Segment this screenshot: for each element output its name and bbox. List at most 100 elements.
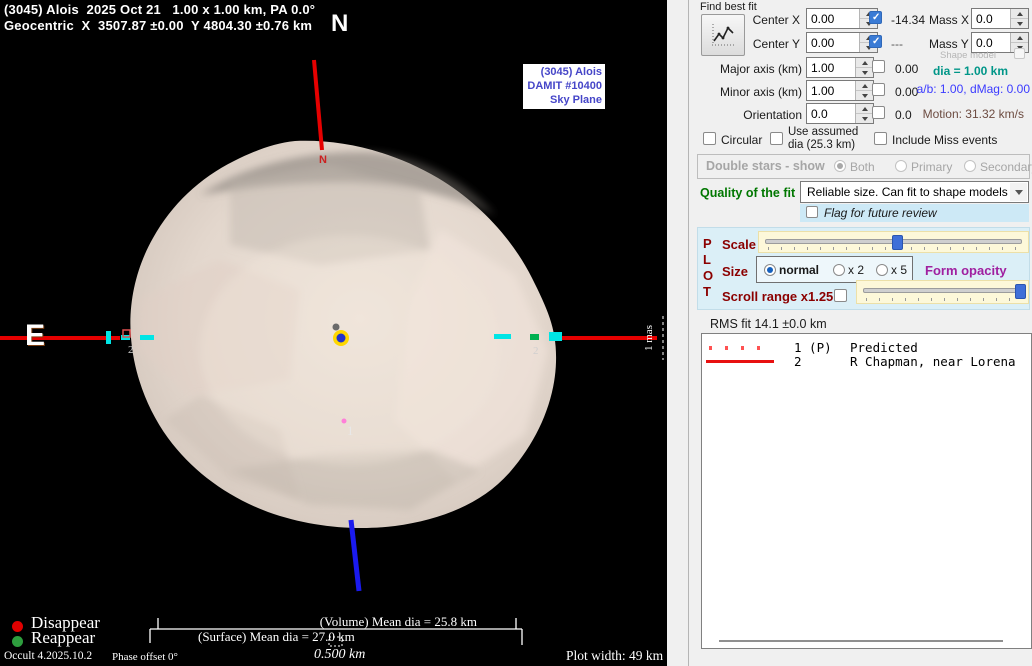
size-normal-label: normal	[779, 263, 819, 277]
chord-dash-left2	[140, 335, 154, 340]
occult-window: N 2 2 1 1 mas	[0, 0, 1032, 666]
circular-checkbox[interactable]	[703, 132, 716, 145]
app-version: Occult 4.2025.10.2	[4, 650, 92, 662]
scale-slider-thumb[interactable]	[892, 235, 903, 250]
splitter[interactable]	[688, 0, 689, 666]
use-assumed-checkbox[interactable]	[770, 132, 783, 145]
form-opacity-slider[interactable]	[856, 280, 1029, 304]
major-axis-fit-value: 0.00	[895, 62, 918, 76]
center-y-input[interactable]: 0.00	[807, 33, 859, 52]
chord-line-sample	[706, 360, 774, 363]
chevron-down-icon[interactable]	[1010, 183, 1027, 201]
orientation-stepper[interactable]	[855, 104, 873, 123]
include-miss-label: Include Miss events	[892, 133, 997, 147]
observation-row-id[interactable]: 1 (P)	[794, 340, 832, 355]
minor-axis-input[interactable]: 1.00	[807, 81, 855, 100]
fit-chart-icon	[709, 22, 737, 48]
center-marker-dot	[337, 334, 346, 343]
major-axis-stepper[interactable]	[855, 58, 873, 77]
circular-label: Circular	[721, 133, 762, 147]
chord-dash-right	[494, 334, 511, 339]
center-x-input[interactable]: 0.00	[807, 9, 859, 28]
double-secondary-label: Secondary	[980, 160, 1032, 174]
mass-x-spinner[interactable]: 0.0	[971, 8, 1029, 29]
surface-dia-label: (Surface) Mean dia = 27.0 km	[198, 629, 355, 644]
north-label: N	[331, 10, 349, 38]
center-x-spinner[interactable]: 0.00	[806, 8, 878, 29]
orientation-input[interactable]: 0.0	[807, 104, 855, 123]
observations-listbox[interactable]: 1 (P) Predicted 2 R Chapman, near Lorena	[701, 333, 1032, 649]
observation-row-name[interactable]: Predicted	[850, 340, 918, 355]
info-box: (3045) Alois DAMIT #10400 Sky Plane	[523, 64, 605, 109]
ab-dmag-text: a/b: 1.00, dMag: 0.00	[917, 82, 1030, 96]
disappear-dot-icon	[12, 621, 23, 632]
quality-label: Quality of the fit	[700, 186, 795, 200]
scale-label: Scale	[722, 237, 756, 252]
north-axis-line	[314, 60, 322, 150]
orientation-spinner[interactable]: 0.0	[806, 103, 874, 124]
minor-axis-fit-value: 0.00	[895, 85, 918, 99]
mass-x-stepper[interactable]	[1010, 9, 1028, 28]
size-x5-radio[interactable]	[876, 264, 888, 276]
sky-plane-canvas[interactable]: N 2 2 1 1 mas	[0, 0, 667, 666]
mas-scale-label: 1 mas	[643, 325, 655, 351]
chord-2-left-label: 2	[128, 344, 134, 356]
major-axis-label: Major axis (km)	[714, 62, 802, 76]
include-miss-checkbox[interactable]	[874, 132, 887, 145]
info-box-object: (3045) Alois	[524, 65, 602, 79]
mass-x-input[interactable]: 0.0	[972, 9, 1010, 28]
center-x-fit-checkbox[interactable]	[869, 11, 882, 24]
shape-model-label: Shape model	[940, 50, 996, 61]
observation-row-id[interactable]: 2	[794, 354, 802, 369]
scale-slider[interactable]	[758, 231, 1029, 253]
double-both-radio	[834, 160, 846, 172]
predicted-line-sample	[709, 346, 773, 350]
size-label: Size	[722, 264, 748, 279]
dia-text: dia = 1.00 km	[933, 64, 1008, 78]
size-x5-label: x 5	[891, 263, 907, 277]
shape-model-checkbox	[1014, 48, 1025, 59]
center-y-fit-checkbox[interactable]	[869, 35, 882, 48]
minor-axis-spinner[interactable]: 1.00	[806, 80, 874, 101]
quality-value: Reliable size. Can fit to shape models	[807, 185, 1008, 199]
form-opacity-thumb[interactable]	[1015, 284, 1026, 299]
rms-fit-text: RMS fit 14.1 ±0.0 km	[710, 317, 827, 331]
shadow-spot	[333, 324, 340, 331]
find-best-fit-button[interactable]	[701, 14, 745, 56]
size-x2-radio[interactable]	[833, 264, 845, 276]
north-axis-tag-label: N	[319, 154, 327, 166]
reappear-dot-icon	[12, 636, 23, 647]
use-assumed-label: Use assumed dia (25.3 km)	[788, 126, 858, 152]
minor-axis-label: Minor axis (km)	[714, 85, 802, 99]
size-radio-group: normal x 2 x 5	[756, 256, 913, 283]
center-y-label: Center Y	[740, 37, 800, 51]
observation-row-name[interactable]: R Chapman, near Lorena	[850, 354, 1016, 369]
double-both-label: Both	[850, 160, 875, 174]
major-axis-fit-checkbox[interactable]	[872, 60, 885, 73]
form-opacity-label: Form opacity	[925, 263, 1007, 278]
scroll-range-label: Scroll range x1.25	[722, 289, 833, 304]
east-label: E	[25, 319, 45, 353]
reappear-tick	[530, 334, 539, 340]
major-axis-spinner[interactable]: 1.00	[806, 57, 874, 78]
form-opacity-track[interactable]	[863, 288, 1022, 293]
minor-axis-fit-checkbox[interactable]	[872, 83, 885, 96]
size-normal-radio[interactable]	[764, 264, 776, 276]
double-secondary-radio	[964, 160, 976, 172]
flag-review-label: Flag for future review	[824, 206, 937, 220]
center-y-spinner[interactable]: 0.00	[806, 32, 878, 53]
reappear-label: Reappear	[31, 628, 95, 648]
flag-review-checkbox[interactable]	[806, 206, 818, 218]
orientation-fit-checkbox[interactable]	[872, 106, 885, 119]
info-box-damit: DAMIT #10400	[524, 79, 602, 93]
major-axis-input[interactable]: 1.00	[807, 58, 855, 77]
size-x2-label: x 2	[848, 263, 864, 277]
south-axis-line	[351, 520, 359, 591]
mass-y-label: Mass Y	[929, 37, 969, 51]
minor-axis-stepper[interactable]	[855, 81, 873, 100]
scroll-range-checkbox[interactable]	[834, 289, 847, 302]
find-best-fit-label: Find best fit	[700, 1, 757, 13]
info-box-skyplane: Sky Plane	[524, 93, 602, 107]
horizontal-scrollbar[interactable]	[719, 640, 1003, 642]
quality-dropdown[interactable]: Reliable size. Can fit to shape models	[800, 181, 1029, 203]
